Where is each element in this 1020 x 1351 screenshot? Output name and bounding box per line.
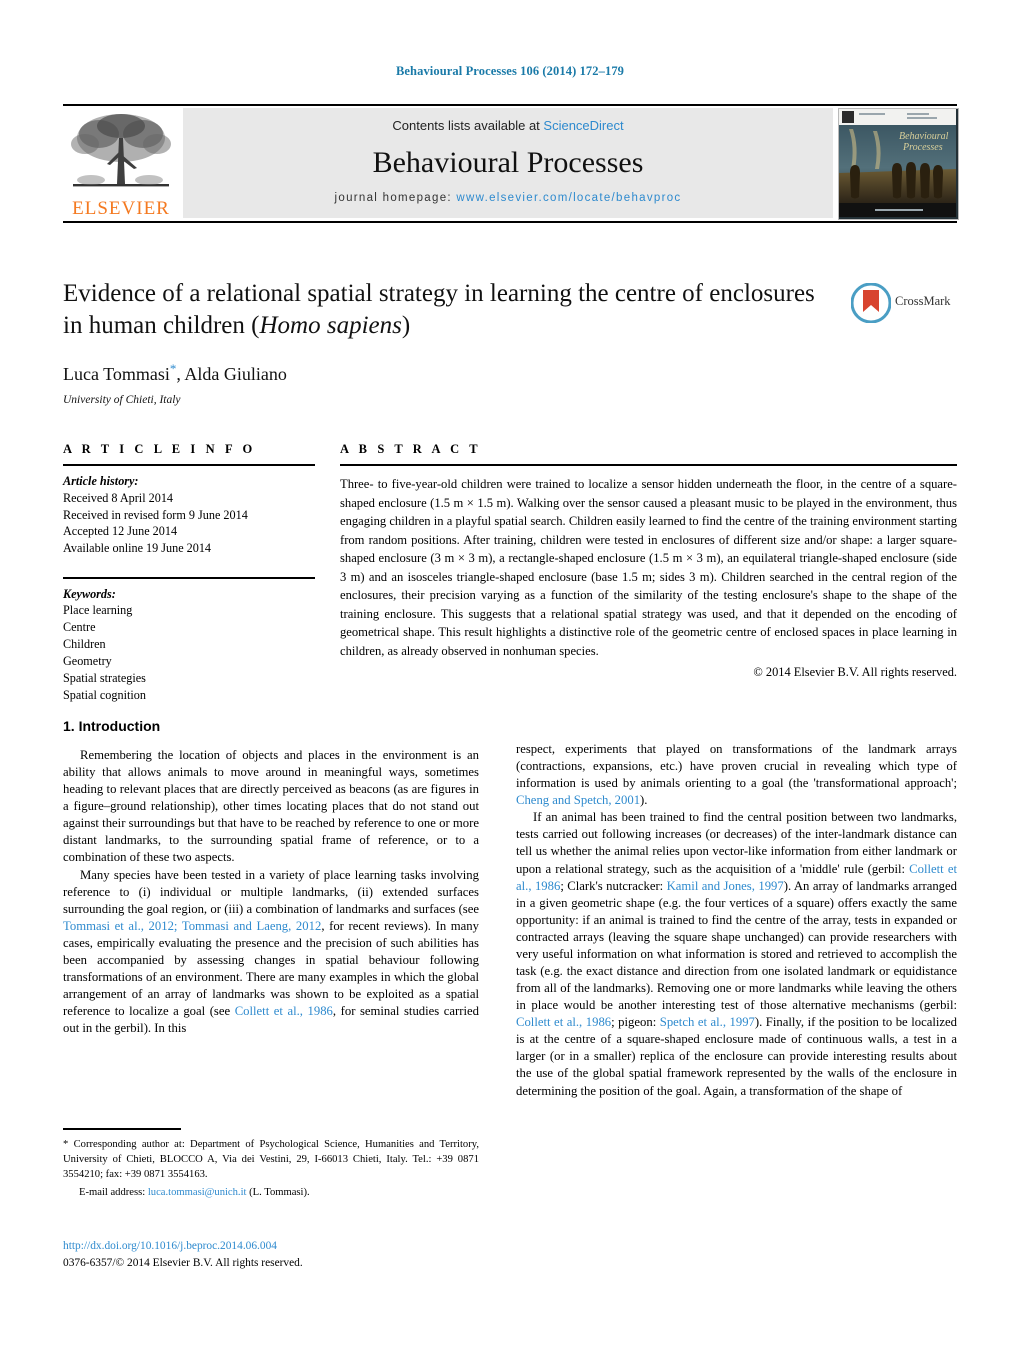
svg-text:Processes: Processes	[902, 142, 943, 153]
body-column-right: respect, experiments that played on tran…	[516, 741, 957, 1100]
imprint-block: http://dx.doi.org/10.1016/j.beproc.2014.…	[63, 1238, 479, 1271]
keyword-item: Children	[63, 637, 106, 652]
citation-link[interactable]: Spetch et al., 1997	[660, 1015, 755, 1029]
keyword-item: Centre	[63, 620, 96, 635]
sciencedirect-link[interactable]: ScienceDirect	[543, 118, 623, 133]
keyword-item: Spatial strategies	[63, 670, 146, 685]
article-history-label: Article history:	[63, 474, 139, 488]
history-item: Accepted 12 June 2014	[63, 524, 178, 539]
page-title: Evidence of a relational spatial strateg…	[63, 278, 823, 342]
paragraph: respect, experiments that played on tran…	[516, 741, 957, 809]
contents-available-line: Contents lists available at ScienceDirec…	[183, 118, 833, 133]
affiliation: University of Chieti, Italy	[63, 394, 181, 406]
journal-homepage-link[interactable]: www.elsevier.com/locate/behavproc	[456, 192, 681, 204]
body-column-left: 1. Introduction Remembering the location…	[63, 718, 479, 1037]
author-secondary: , Alda Giuliano	[176, 364, 287, 384]
email-label: E-mail address:	[79, 1186, 146, 1198]
citation-link[interactable]: Cheng and Spetch, 2001	[516, 793, 640, 807]
title-species: Homo sapiens	[259, 312, 402, 339]
title-block: Evidence of a relational spatial strateg…	[63, 278, 823, 406]
svg-text:Behavioural: Behavioural	[899, 131, 949, 142]
citation-link[interactable]: Kamil and Jones, 1997	[667, 879, 784, 893]
email-attribution: (L. Tommasi).	[246, 1186, 310, 1198]
article-page: Behavioural Processes 106 (2014) 172–179	[0, 0, 1020, 1351]
crossmark-label: CrossMark	[895, 294, 951, 308]
info-divider-top	[63, 464, 315, 466]
paragraph-text: ). An array of landmarks arranged in a g…	[516, 878, 957, 1013]
masthead-top-rule	[63, 104, 957, 106]
paragraph: If an animal has been trained to find th…	[516, 809, 957, 1099]
journal-cover-thumbnail: Behavioural Processes	[838, 108, 959, 220]
crossmark-badge[interactable]: CrossMark	[850, 282, 957, 324]
paragraph-text: ; Clark's nutcracker:	[560, 878, 667, 893]
history-item: Available online 19 June 2014	[63, 541, 212, 556]
paragraph-text: ; pigeon:	[611, 1015, 660, 1030]
keyword-item: Geometry	[63, 653, 112, 668]
history-item: Received 8 April 2014	[63, 490, 174, 505]
section-heading-introduction: 1. Introduction	[63, 718, 161, 734]
journal-masthead: ELSEVIER Contents lists available at Sci…	[63, 108, 959, 220]
keywords-list: Keywords: Place learning Centre Children…	[63, 586, 315, 704]
crossmark-icon	[850, 282, 892, 324]
citation-link[interactable]: Collett et al., 1986	[516, 1015, 611, 1029]
citation-link[interactable]: Tommasi et al., 2012; Tommasi and Laeng,…	[63, 919, 321, 933]
running-head: Behavioural Processes 106 (2014) 172–179	[395, 64, 625, 78]
corresponding-author-footnote: * Corresponding author at: Department of…	[63, 1128, 479, 1198]
paragraph-text: If an animal has been trained to find th…	[516, 810, 957, 876]
paragraph-text: respect, experiments that played on tran…	[516, 742, 957, 791]
article-info-heading: A R T I C L E I N F O	[63, 442, 256, 456]
footnote-text: * Corresponding author at: Department of…	[63, 1137, 479, 1182]
abstract-text: Three- to five-year-old children were tr…	[340, 477, 957, 658]
article-history: Article history: Received 8 April 2014 R…	[63, 473, 315, 557]
author-list: Luca Tommasi*, Alda Giuliano	[63, 361, 823, 385]
footnote-rule	[63, 1128, 181, 1130]
masthead-bottom-rule	[63, 221, 957, 223]
paragraph: Many species have been tested in a varie…	[63, 867, 479, 1038]
title-main: Evidence of a relational spatial strateg…	[63, 280, 815, 339]
journal-title: Behavioural Processes	[372, 146, 644, 179]
elsevier-logo: ELSEVIER	[63, 108, 179, 219]
contents-prefix: Contents lists available at	[392, 118, 544, 133]
homepage-prefix: journal homepage:	[334, 192, 457, 204]
abstract-copyright: © 2014 Elsevier B.V. All rights reserved…	[753, 665, 957, 679]
masthead-band: Contents lists available at ScienceDirec…	[183, 108, 833, 218]
footnote-email-line: E-mail address: luca.tommasi@unich.it (L…	[63, 1187, 479, 1198]
abstract-divider	[340, 464, 957, 466]
email-link[interactable]: luca.tommasi@unich.it	[148, 1187, 247, 1198]
abstract-column: A B S T R A C T Three- to five-year-old …	[340, 442, 957, 680]
abstract-heading: A B S T R A C T	[340, 442, 482, 456]
journal-homepage-line: journal homepage: www.elsevier.com/locat…	[183, 192, 833, 204]
elsevier-wordmark: ELSEVIER	[72, 198, 170, 219]
paragraph: Remembering the location of objects and …	[63, 748, 479, 865]
paragraph-text: Many species have been tested in a varie…	[63, 867, 479, 916]
elsevier-tree-icon	[69, 110, 173, 196]
footnote-address: Corresponding author at: Department of P…	[63, 1138, 479, 1180]
keyword-item: Spatial cognition	[63, 687, 146, 702]
keywords-label: Keywords:	[63, 586, 116, 601]
info-divider-mid	[63, 577, 315, 579]
keyword-item: Place learning	[63, 603, 133, 618]
history-item: Received in revised form 9 June 2014	[63, 507, 248, 522]
issn-copyright-line: 0376-6357/© 2014 Elsevier B.V. All right…	[63, 1256, 303, 1269]
article-info-column: A R T I C L E I N F O Article history: R…	[63, 442, 315, 703]
paragraph-text: ).	[640, 793, 648, 808]
doi-link[interactable]: http://dx.doi.org/10.1016/j.beproc.2014.…	[63, 1238, 479, 1255]
citation-link[interactable]: Collett et al., 1986	[235, 1004, 333, 1018]
author-primary: Luca Tommasi	[63, 364, 170, 384]
title-tail: )	[401, 312, 411, 339]
